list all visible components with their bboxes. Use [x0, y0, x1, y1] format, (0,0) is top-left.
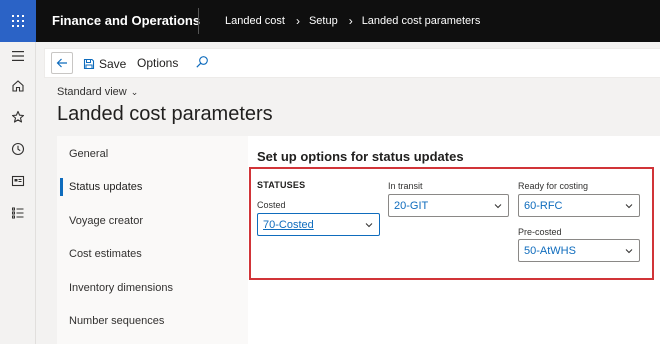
home-icon: [12, 80, 24, 92]
in-transit-value: 20-GIT: [394, 199, 429, 212]
breadcrumb-item-landed-cost-parameters[interactable]: Landed cost parameters: [362, 15, 481, 27]
chevron-right-icon: ›: [295, 13, 300, 28]
in-transit-dropdown[interactable]: 20-GIT: [388, 194, 509, 217]
section-title: Set up options for status updates: [257, 149, 464, 164]
breadcrumb-item-landed-cost[interactable]: Landed cost: [225, 15, 285, 27]
home-button[interactable]: [0, 72, 36, 100]
search-button[interactable]: [195, 55, 213, 73]
chevron-down-icon: ⌄: [130, 86, 139, 97]
chevron-right-icon: ›: [348, 13, 353, 28]
chevron-down-icon: [494, 204, 502, 209]
action-pane: Save Options: [44, 48, 660, 78]
options-button[interactable]: Options: [137, 56, 178, 70]
costed-dropdown[interactable]: 70-Costed: [257, 213, 380, 236]
vertical-tabs: General Status updates Voyage creator Co…: [57, 136, 248, 344]
waffle-icon: [12, 15, 24, 27]
search-icon: [196, 56, 208, 68]
clock-icon: [11, 142, 25, 156]
page-title: Landed cost parameters: [57, 103, 273, 125]
chevron-down-icon: [625, 249, 633, 254]
pre-costed-value: 50-AtWHS: [524, 244, 576, 257]
tab-cost-estimates[interactable]: Cost estimates: [57, 237, 248, 271]
view-selector[interactable]: Standard view ⌄: [57, 86, 138, 98]
modules-button[interactable]: [0, 199, 36, 227]
group-title: STATUSES: [257, 180, 306, 190]
chevron-down-icon: [365, 223, 373, 228]
star-icon: [11, 110, 25, 123]
tab-status-updates[interactable]: Status updates: [57, 170, 248, 204]
divider: [198, 8, 199, 34]
breadcrumb-item-setup[interactable]: Setup: [309, 15, 338, 27]
chevron-down-icon: [625, 204, 633, 209]
app-launcher-button[interactable]: [0, 0, 36, 42]
app-title[interactable]: Finance and Operations: [52, 13, 200, 28]
save-icon: [83, 58, 95, 70]
view-label: Standard view: [57, 86, 127, 98]
costed-value: 70-Costed: [263, 218, 314, 231]
recent-button[interactable]: [0, 135, 36, 163]
pre-costed-label: Pre-costed: [518, 227, 562, 237]
costed-label: Costed: [257, 200, 286, 210]
favorites-button[interactable]: [0, 103, 36, 131]
ready-for-costing-dropdown[interactable]: 60-RFC: [518, 194, 640, 217]
top-bar: Finance and Operations Landed cost › Set…: [0, 0, 660, 42]
arrow-left-icon: [56, 58, 67, 68]
ready-for-costing-label: Ready for costing: [518, 181, 589, 191]
back-button[interactable]: [51, 52, 73, 74]
workspace-icon: [11, 175, 25, 187]
breadcrumb: Landed cost › Setup › Landed cost parame…: [225, 13, 481, 28]
list-icon: [12, 207, 24, 219]
tab-number-sequences[interactable]: Number sequences: [57, 304, 248, 338]
hamburger-icon: [12, 51, 24, 61]
tab-voyage-creator[interactable]: Voyage creator: [57, 204, 248, 238]
hamburger-menu-button[interactable]: [0, 42, 36, 70]
save-button[interactable]: Save: [83, 55, 126, 73]
pre-costed-dropdown[interactable]: 50-AtWHS: [518, 239, 640, 262]
tab-general[interactable]: General: [57, 137, 248, 171]
tab-panel: Set up options for status updates STATUS…: [248, 136, 660, 344]
content-area: General Status updates Voyage creator Co…: [57, 136, 660, 344]
tab-inventory-dimensions[interactable]: Inventory dimensions: [57, 271, 248, 305]
ready-for-costing-value: 60-RFC: [524, 199, 563, 212]
workspaces-button[interactable]: [0, 167, 36, 195]
save-label: Save: [99, 57, 127, 71]
left-navigation: [0, 42, 36, 344]
in-transit-label: In transit: [388, 181, 423, 191]
